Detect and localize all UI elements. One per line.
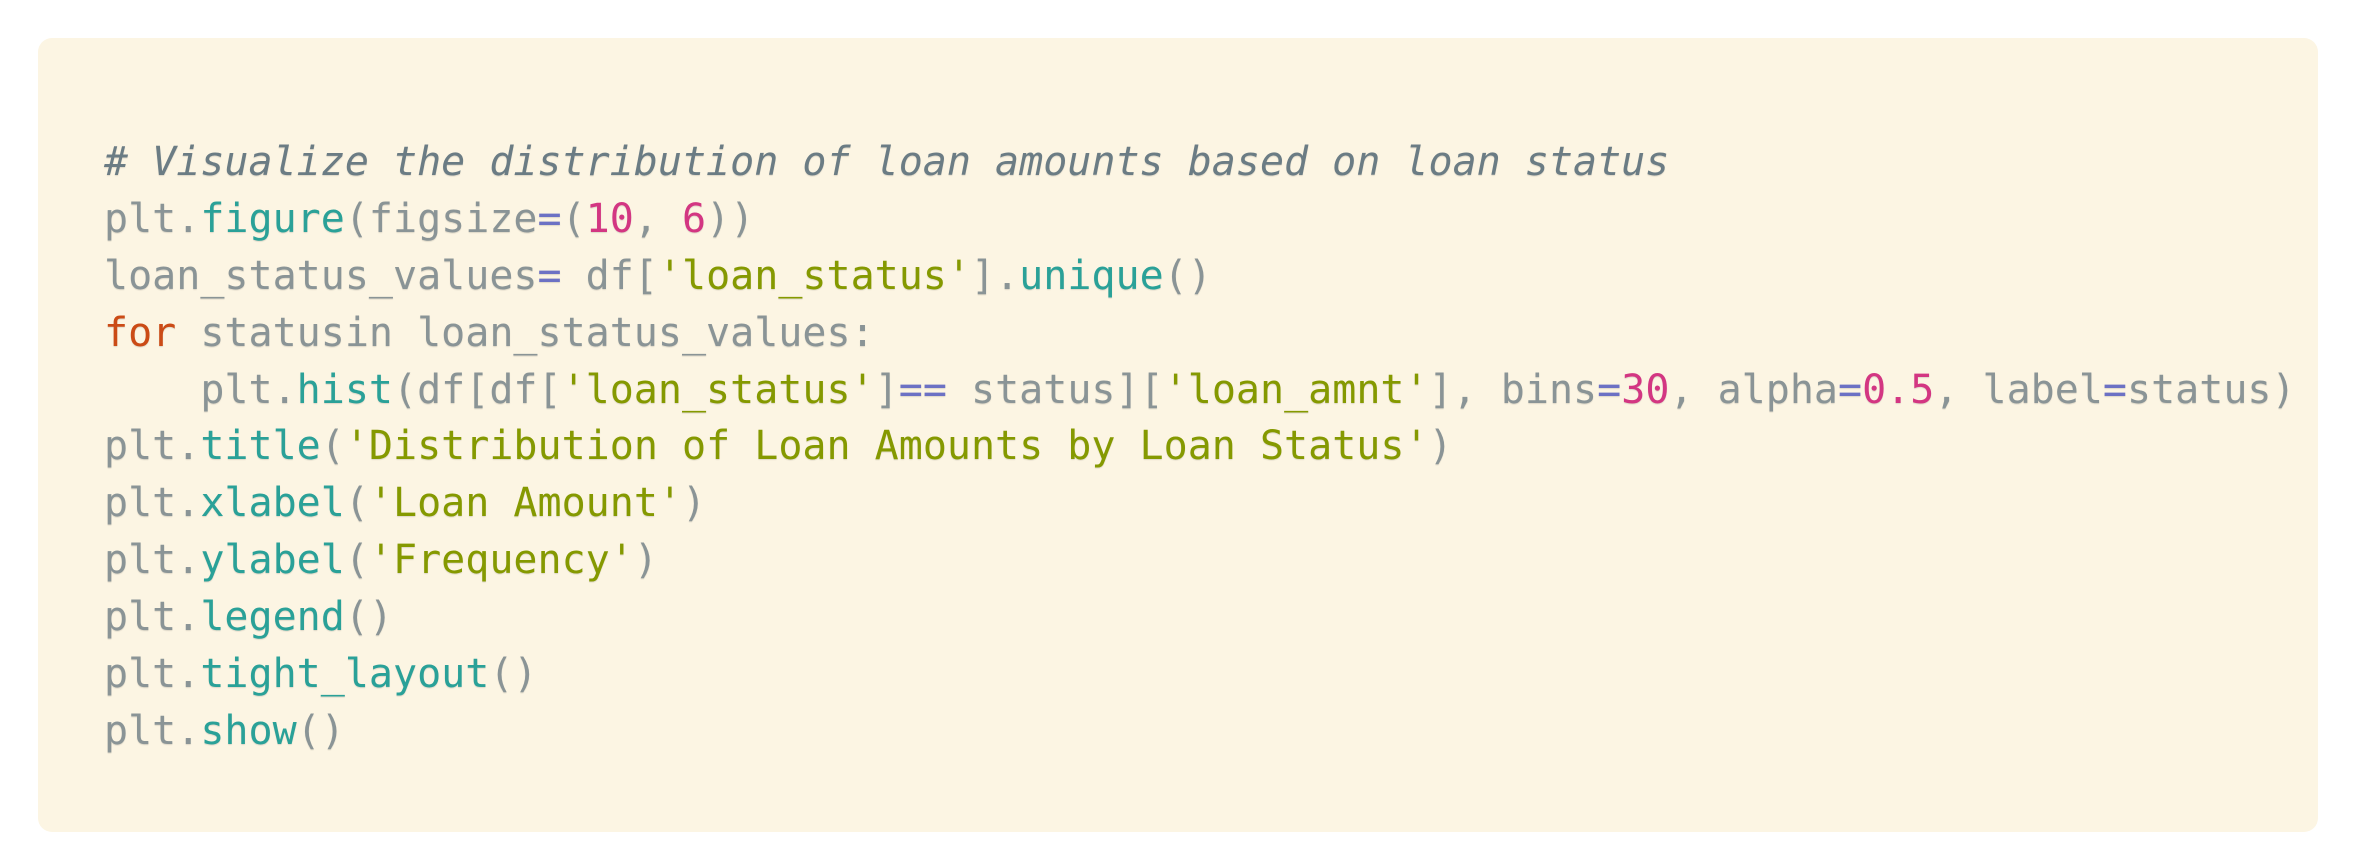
- number-literal: 10: [585, 195, 634, 242]
- punctuation: (: [344, 537, 369, 584]
- function-name: ylabel: [200, 537, 345, 584]
- function-name: legend: [200, 594, 345, 641]
- punctuation: ,: [633, 195, 683, 242]
- string-literal: 'Distribution of Loan Amounts by Loan St…: [344, 423, 1429, 470]
- punctuation: (: [344, 480, 369, 527]
- code-block[interactable]: # Visualize the distribution of loan amo…: [104, 134, 2296, 760]
- punctuation: (): [1163, 252, 1212, 299]
- operator: ==: [898, 366, 947, 413]
- operator: =: [1837, 366, 1863, 413]
- punctuation: (: [320, 423, 345, 470]
- number-literal: 6: [682, 195, 707, 242]
- code-line: loan_status_values= df['loan_status'].un…: [104, 248, 2296, 305]
- operator: =: [537, 195, 562, 242]
- punctuation: , label: [1934, 366, 2103, 413]
- function-name: title: [200, 423, 321, 470]
- code-line: plt.figure(figsize=(10, 6)): [104, 191, 2296, 248]
- punctuation: ], bins: [1428, 366, 1598, 413]
- punctuation: (: [561, 195, 586, 242]
- identifier: plt.: [104, 480, 201, 527]
- code-line: plt.legend(): [104, 589, 2296, 646]
- identifier: plt.: [104, 195, 201, 242]
- punctuation: ]: [874, 366, 899, 413]
- code-line: plt.tight_layout(): [104, 646, 2296, 703]
- identifier: statusin loan_status_values:: [176, 309, 875, 356]
- function-name: hist: [296, 366, 393, 413]
- punctuation: , alpha: [1669, 366, 1838, 413]
- identifier: plt.: [104, 594, 201, 641]
- code-line: # Visualize the distribution of loan amo…: [104, 134, 2296, 191]
- punctuation: (df[df[: [392, 366, 562, 413]
- code-panel: # Visualize the distribution of loan amo…: [38, 38, 2318, 832]
- function-name: xlabel: [200, 480, 345, 527]
- identifier: plt.: [104, 423, 201, 470]
- punctuation: (figsize: [344, 195, 538, 242]
- number-literal: 0.5: [1862, 366, 1935, 413]
- string-literal: 'Loan Amount': [368, 480, 682, 527]
- punctuation: ): [633, 537, 658, 584]
- punctuation: (): [344, 594, 393, 641]
- function-name: unique: [1019, 252, 1164, 299]
- function-name: show: [200, 707, 297, 754]
- punctuation: )): [706, 195, 755, 242]
- keyword: for: [104, 309, 177, 356]
- identifier: loan_status_values: [104, 252, 538, 299]
- string-literal: 'loan_status': [657, 252, 971, 299]
- code-line: plt.ylabel('Frequency'): [104, 532, 2296, 589]
- identifier: plt.: [104, 537, 201, 584]
- identifier: plt.: [104, 366, 297, 413]
- code-line: plt.xlabel('Loan Amount'): [104, 475, 2296, 532]
- identifier: plt.: [104, 651, 201, 698]
- punctuation: ): [682, 480, 707, 527]
- code-line: plt.hist(df[df['loan_status']== status][…: [104, 362, 2296, 419]
- punctuation: (): [296, 707, 345, 754]
- code-comment: # Visualize the distribution of loan amo…: [104, 139, 1670, 185]
- operator: =: [537, 252, 562, 299]
- punctuation: ): [1428, 423, 1453, 470]
- operator: =: [1597, 366, 1622, 413]
- string-literal: 'loan_status': [561, 366, 875, 413]
- code-line: plt.title('Distribution of Loan Amounts …: [104, 418, 2296, 475]
- identifier: plt.: [104, 707, 201, 754]
- identifier: status][: [946, 366, 1164, 413]
- identifier: status): [2127, 366, 2296, 413]
- code-line: for statusin loan_status_values:: [104, 305, 2296, 362]
- function-name: figure: [200, 195, 345, 242]
- identifier: df[: [561, 252, 658, 299]
- string-literal: 'loan_amnt': [1163, 366, 1429, 413]
- operator: =: [2102, 366, 2127, 413]
- string-literal: 'Frequency': [368, 537, 634, 584]
- number-literal: 30: [1621, 366, 1670, 413]
- function-name: tight_layout: [200, 651, 490, 698]
- punctuation: ].: [970, 252, 1020, 299]
- code-line: plt.show(): [104, 703, 2296, 760]
- punctuation: (): [489, 651, 538, 698]
